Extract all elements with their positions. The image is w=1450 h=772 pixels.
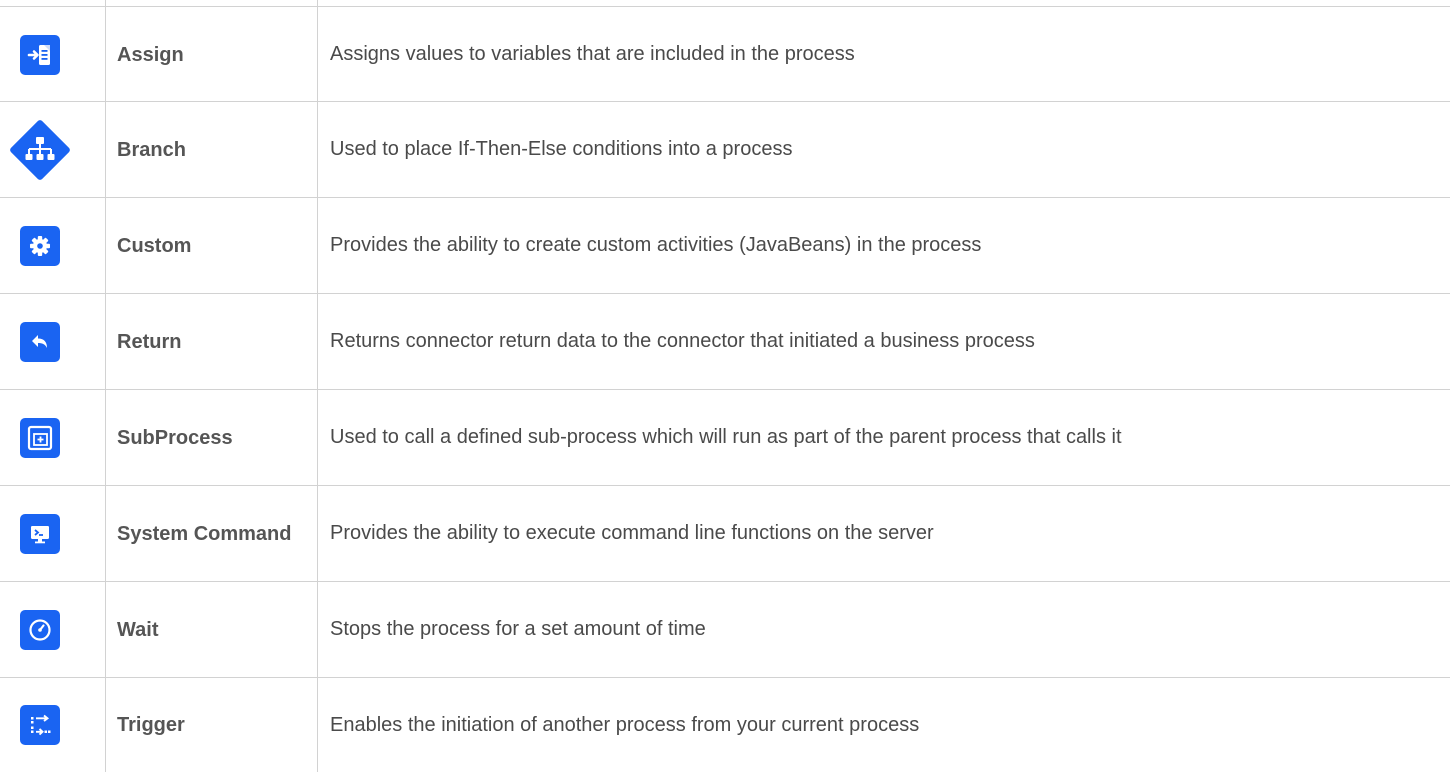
activity-description: Returns connector return data to the con… bbox=[330, 330, 1035, 352]
activity-description: Assigns values to variables that are inc… bbox=[330, 43, 855, 65]
icon-cell bbox=[0, 198, 105, 293]
table-row: Trigger Enables the initiation of anothe… bbox=[0, 677, 1450, 772]
activity-name: Wait bbox=[117, 618, 159, 641]
table-row: Custom Provides the ability to create cu… bbox=[0, 197, 1450, 293]
activity-name: SubProcess bbox=[117, 426, 233, 449]
activity-description: Enables the initiation of another proces… bbox=[330, 713, 920, 736]
table-row: Assign Assigns values to variables that … bbox=[0, 6, 1450, 102]
activity-table: Assign Assigns values to variables that … bbox=[0, 0, 1450, 772]
icon-cell bbox=[0, 102, 105, 197]
subprocess-icon bbox=[20, 417, 60, 458]
icon-cell bbox=[0, 678, 105, 772]
clock-icon bbox=[20, 609, 60, 650]
icon-cell bbox=[0, 294, 105, 389]
branch-icon bbox=[5, 115, 75, 185]
assign-icon bbox=[20, 34, 60, 75]
activity-name: System Command bbox=[117, 522, 292, 545]
activity-name: Assign bbox=[117, 43, 184, 66]
activity-description: Used to call a defined sub-process which… bbox=[330, 426, 1122, 448]
icon-cell bbox=[0, 7, 105, 102]
return-arrow-icon bbox=[20, 321, 60, 362]
table-row: Branch Used to place If-Then-Else condit… bbox=[0, 101, 1450, 197]
activity-description: Used to place If-Then-Else conditions in… bbox=[330, 138, 793, 160]
activity-name: Branch bbox=[117, 138, 186, 161]
activity-name: Custom bbox=[117, 234, 192, 257]
table-row: Return Returns connector return data to … bbox=[0, 293, 1450, 389]
activity-description: Provides the ability to execute command … bbox=[330, 522, 934, 544]
terminal-monitor-icon bbox=[20, 513, 60, 554]
table-row: SubProcess Used to call a defined sub-pr… bbox=[0, 389, 1450, 485]
icon-cell bbox=[0, 390, 105, 485]
table-row: System Command Provides the ability to e… bbox=[0, 485, 1450, 581]
icon-cell bbox=[0, 582, 105, 677]
trigger-icon bbox=[20, 705, 60, 745]
activity-description: Stops the process for a set amount of ti… bbox=[330, 618, 706, 640]
table-row: Wait Stops the process for a set amount … bbox=[0, 581, 1450, 677]
gear-icon bbox=[20, 225, 60, 266]
activity-name: Trigger bbox=[117, 714, 185, 736]
activity-description: Provides the ability to create custom ac… bbox=[330, 234, 982, 256]
icon-cell bbox=[0, 486, 105, 581]
activity-name: Return bbox=[117, 330, 182, 353]
